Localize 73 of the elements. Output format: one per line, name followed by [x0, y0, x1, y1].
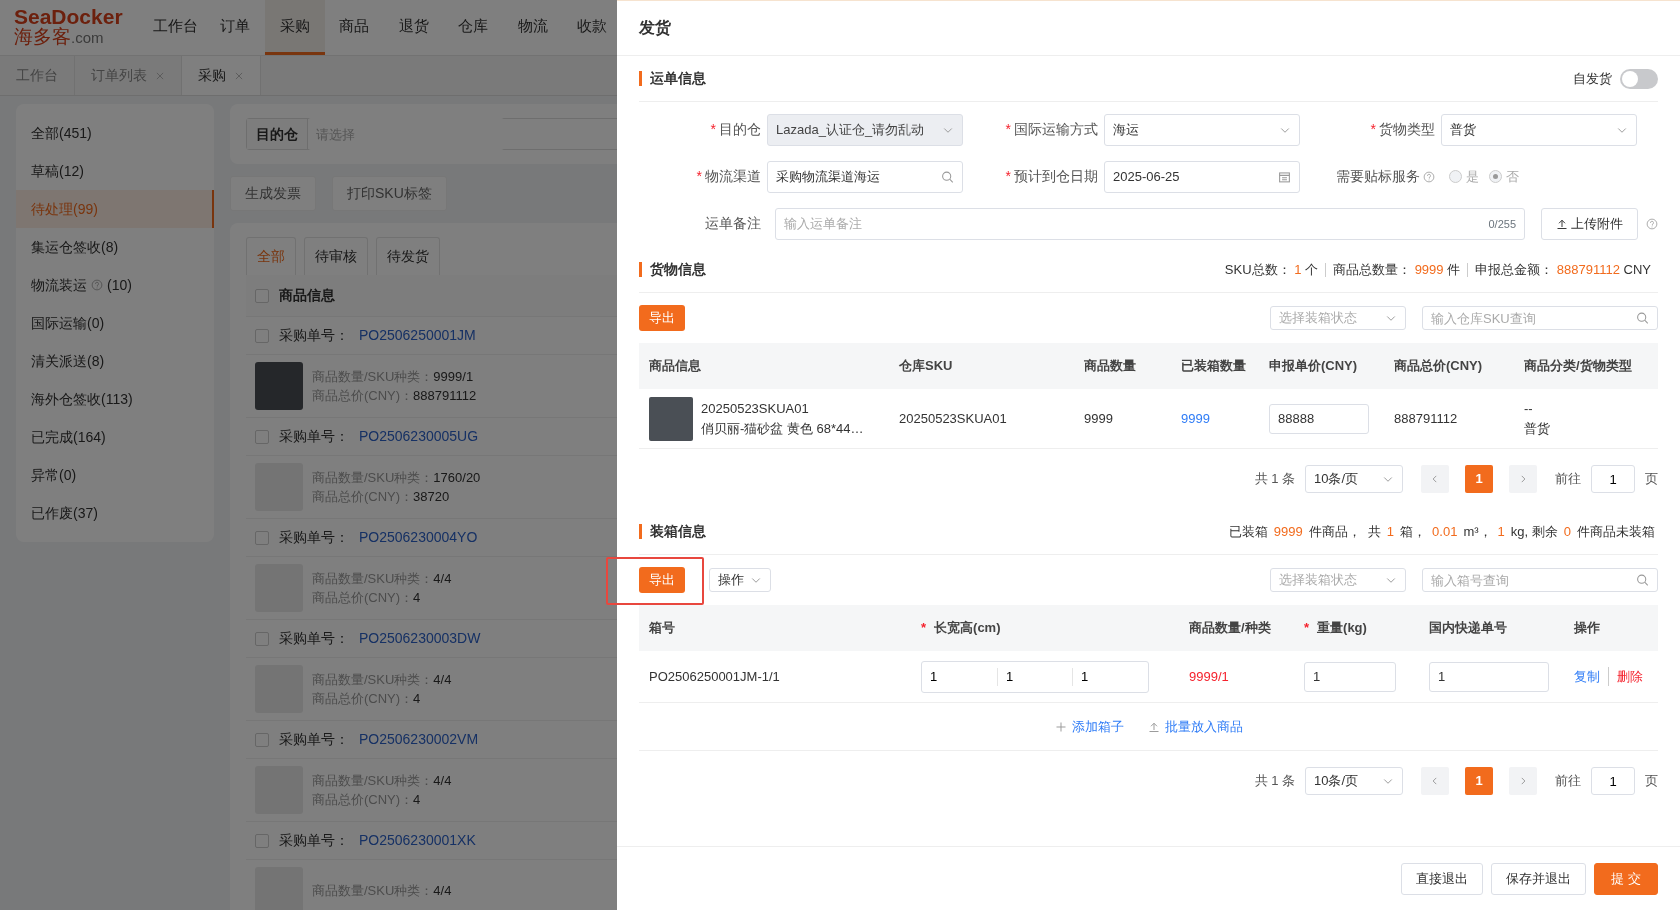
column-header: 国内快递单号 — [1429, 619, 1507, 638]
column-header: 长宽高(cm) — [934, 619, 1001, 638]
column-header: 商品总价(CNY) — [1393, 357, 1484, 376]
required-mark: * — [1370, 120, 1376, 139]
total-count: 共 1 条 — [1254, 772, 1295, 791]
summary-text: 件商品未装箱 — [1577, 522, 1655, 541]
product-name: 俏贝丽-猫砂盆 黄色 68*44… — [701, 419, 864, 438]
column-header: 箱号 — [649, 619, 675, 638]
summary-value: 0 — [1563, 522, 1571, 541]
field-label: 运单备注 — [705, 214, 761, 233]
goto-label: 前往 — [1555, 470, 1581, 489]
summary-text: 件商品， 共 — [1308, 522, 1381, 541]
summary-value: 9999 — [1273, 522, 1303, 541]
column-header: 商品数量/种类 — [1189, 619, 1271, 638]
column-header: 商品数量 — [1083, 357, 1137, 376]
order-label: 采购单号： — [279, 528, 349, 547]
column-header: 操作 — [1574, 619, 1600, 638]
table-cell-text: -- — [1524, 400, 1534, 418]
logo-domain: .com — [71, 29, 104, 46]
table-cell-text: 20250523SKUA01 — [898, 409, 1008, 428]
summary-text: 已装箱 — [1228, 522, 1268, 541]
char-counter: 0/255 — [1488, 216, 1516, 232]
column-header: 商品信息 — [279, 286, 335, 305]
required-mark: * — [710, 120, 716, 139]
total-count: 共 1 条 — [1254, 470, 1295, 489]
logo-text: SeaDocker — [14, 6, 123, 27]
summary-stat: SKU总数： 1 个 — [1223, 262, 1319, 277]
order-label: 采购单号： — [279, 831, 349, 850]
field-label: 货物类型 — [1379, 120, 1435, 139]
logo-text: 海多客 — [14, 26, 71, 47]
order-label: 采购单号： — [279, 730, 349, 749]
summary-text: m³， — [1463, 522, 1492, 541]
order-label: 采购单号： — [279, 629, 349, 648]
column-header: 申报单价(CNY) — [1268, 357, 1359, 376]
section-title: 运单信息 — [639, 71, 706, 86]
summary-text: kg, 剩余 — [1510, 522, 1558, 541]
field-label: 预计到仓日期 — [1014, 167, 1098, 186]
summary-stat: 商品总数量： 9999 件 — [1325, 262, 1468, 277]
column-header: 商品分类/货物类型 — [1523, 357, 1633, 376]
page-unit: 页 — [1645, 470, 1658, 489]
field-label: 国际运输方式 — [1014, 120, 1098, 139]
summary-value: 1 — [1386, 522, 1395, 541]
table-cell-text: 888791112 — [1393, 409, 1459, 428]
order-label: 采购单号： — [279, 326, 349, 345]
summary-value: 0.01 — [1432, 522, 1458, 541]
required-mark: * — [1005, 120, 1011, 139]
summary-text: 箱， — [1400, 522, 1427, 541]
required-mark: * — [1005, 167, 1011, 186]
table-cell-text: 9999 — [1083, 409, 1114, 428]
field-label: 需要贴标服务 — [1336, 167, 1420, 186]
required-mark: * — [696, 167, 702, 186]
column-header: 仓库SKU — [898, 357, 954, 376]
summary-stat: 申报总金额： 888791112 CNY — [1467, 262, 1658, 277]
field-label: 物流渠道 — [705, 167, 761, 186]
table-cell-text: PO2506250001JM-1/1 — [648, 667, 781, 686]
column-header: 商品信息 — [648, 357, 702, 376]
required-mark: * — [921, 619, 927, 638]
drawer-title: 发货 — [617, 0, 1680, 56]
section-title: 货物信息 — [639, 262, 706, 277]
page-unit: 页 — [1645, 772, 1658, 791]
summary-value: 1 — [1497, 522, 1505, 541]
filter-label: 目的仓 — [247, 119, 308, 149]
order-label: 采购单号： — [279, 427, 349, 446]
section-title: 装箱信息 — [639, 524, 706, 539]
required-mark: * — [1304, 619, 1310, 638]
product-sku: 20250523SKUA01 — [701, 400, 810, 418]
column-header: 重量(kg) — [1317, 619, 1367, 638]
column-header: 已装箱数量 — [1180, 357, 1247, 376]
toggle-label: 自发货 — [1573, 69, 1612, 88]
table-cell-text: 9999/1 — [1188, 667, 1230, 686]
table-cell-text: 普货 — [1524, 419, 1551, 438]
field-label: 目的仓 — [719, 120, 761, 139]
goto-label: 前往 — [1555, 772, 1581, 791]
